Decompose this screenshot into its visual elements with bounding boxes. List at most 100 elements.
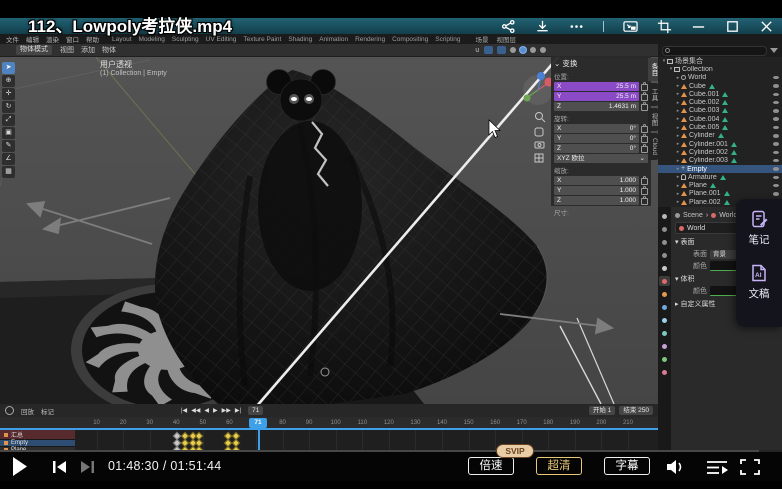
channel-label: 汇总 <box>11 430 23 439</box>
n-panel-tab: 工具 <box>648 83 658 106</box>
empty-icon: + <box>681 166 685 172</box>
outliner-tree: ▾场景集合▾Collection▸World▸Cube▸Cube.001▸Cub… <box>658 57 782 207</box>
rotation-label: 旋转: <box>554 113 648 123</box>
n-panel: ⌄ 变换 位置: X25.5 mY25.5 mZ1.4631 m 旋转: X0°… <box>551 56 651 206</box>
property-label: 颜色 <box>675 261 707 271</box>
previous-button[interactable] <box>52 460 67 474</box>
eye-icon <box>773 167 779 171</box>
frame-start-field: 开始 1 <box>589 406 615 415</box>
workspace-tab: Compositing <box>391 36 429 43</box>
mesh-icon <box>681 92 687 97</box>
render-properties-tab <box>659 224 670 234</box>
transcript-button[interactable]: AI 文稿 <box>749 263 770 301</box>
eye-icon <box>773 109 779 113</box>
overlays-icon <box>497 46 506 54</box>
render-icon <box>662 227 667 232</box>
download-icon[interactable] <box>535 19 550 34</box>
channel-label: Empty <box>11 440 28 446</box>
transport-button: ◀◀ <box>191 407 200 414</box>
next-button[interactable] <box>80 460 95 474</box>
close-icon[interactable] <box>759 19 774 34</box>
particles-properties-tab <box>659 315 670 325</box>
axis-label: Y <box>557 92 561 101</box>
ruler-label: 100 <box>328 420 344 426</box>
eye-icon <box>773 126 779 130</box>
object-properties-tab <box>659 289 670 299</box>
outliner-row: ▸Cylinder <box>658 132 782 140</box>
material-properties-tab <box>659 367 670 377</box>
axis-value: 1.4631 m <box>609 102 636 111</box>
mesh-data-icon <box>724 191 730 196</box>
particles-icon <box>662 318 667 323</box>
toolbar: ➤⊕✛↻⤢▣✎∠▦ <box>2 62 15 178</box>
data-properties-tab <box>659 354 670 364</box>
outliner-item-label: Plane <box>689 182 707 189</box>
eye-icon <box>773 76 779 80</box>
axis-label: Y <box>557 186 561 195</box>
player-controls: 01:48:30 / 01:51:44 倍速 SVIP 超清 字幕 <box>0 452 782 481</box>
ruler-label: 50 <box>195 420 211 426</box>
armature-icon <box>681 174 686 180</box>
outliner-row: ▸Cylinder.001 <box>658 140 782 148</box>
video-player: 文件编辑渲染窗口帮助 LayoutModelingSculptingUV Edi… <box>0 0 782 489</box>
outliner-item-label: Plane.002 <box>689 199 721 206</box>
axis-label: X <box>557 82 561 91</box>
viewport-menu-item: 添加 <box>81 45 95 55</box>
subtitle-button[interactable]: 字幕 <box>604 457 650 475</box>
eye-icon <box>773 142 779 146</box>
physics-icon <box>662 331 667 336</box>
channel-icon <box>4 441 8 445</box>
material-icon <box>662 370 667 375</box>
outliner-header <box>658 44 782 57</box>
pip-icon[interactable] <box>623 19 638 34</box>
outliner-row: ▸Plane <box>658 181 782 189</box>
minimize-icon[interactable] <box>691 19 706 34</box>
speed-button[interactable]: 倍速 <box>468 457 514 475</box>
titlebar-divider <box>603 21 604 32</box>
outliner-row: ▸Cylinder.003 <box>658 157 782 165</box>
maximize-icon[interactable] <box>725 19 740 34</box>
n-panel-tab: 条目 <box>648 58 658 81</box>
notes-button[interactable]: 笔记 <box>749 209 770 247</box>
outliner: ▾场景集合▾Collection▸World▸Cube▸Cube.001▸Cub… <box>658 44 782 207</box>
axis-label: X <box>557 176 561 185</box>
location-field-x: X25.5 m <box>554 82 639 91</box>
playlist-icon[interactable] <box>706 460 728 475</box>
outliner-row: ▸Armature <box>658 173 782 181</box>
mesh-data-icon <box>720 175 726 180</box>
outliner-row: ▸Cube.004 <box>658 115 782 123</box>
fullscreen-icon[interactable] <box>740 459 760 475</box>
transform-section-header: ⌄ 变换 <box>554 58 648 69</box>
titlebar-icons <box>501 16 774 36</box>
outliner-row: ▸Plane.001 <box>658 190 782 198</box>
modifier-properties-tab <box>659 302 670 312</box>
axis-value: 0° <box>630 144 636 153</box>
share-icon[interactable] <box>501 19 516 34</box>
shading-solid-icon <box>520 47 526 53</box>
ruler-label: 130 <box>407 420 423 426</box>
outliner-search-input <box>662 46 767 56</box>
tool-select: ➤ <box>2 62 15 74</box>
ruler-label: 160 <box>487 420 503 426</box>
axis-label: Y <box>557 134 561 143</box>
active-object: (1) Collection | Empty <box>100 69 167 78</box>
lock-icon <box>641 146 648 153</box>
transport-button: ▶▶ <box>222 407 231 414</box>
mesh-icon <box>681 84 687 89</box>
current-frame-field: 71 <box>248 406 263 415</box>
eye-icon <box>773 176 779 180</box>
data-icon <box>662 357 667 362</box>
mode-dropdown: 物体模式 <box>16 45 52 55</box>
crop-icon[interactable] <box>657 19 672 34</box>
volume-icon[interactable] <box>666 459 690 475</box>
axis-value: 0° <box>630 124 636 133</box>
more-icon[interactable] <box>569 19 584 34</box>
mesh-icon <box>681 200 687 205</box>
lock-icon <box>641 178 648 185</box>
ruler-label: 210 <box>620 420 636 426</box>
tool-rotate: ↻ <box>2 101 15 113</box>
quality-button[interactable]: 超清 <box>536 457 582 475</box>
tool-annotate: ✎ <box>2 140 15 152</box>
eye-icon <box>773 151 779 155</box>
play-button[interactable] <box>12 457 28 476</box>
